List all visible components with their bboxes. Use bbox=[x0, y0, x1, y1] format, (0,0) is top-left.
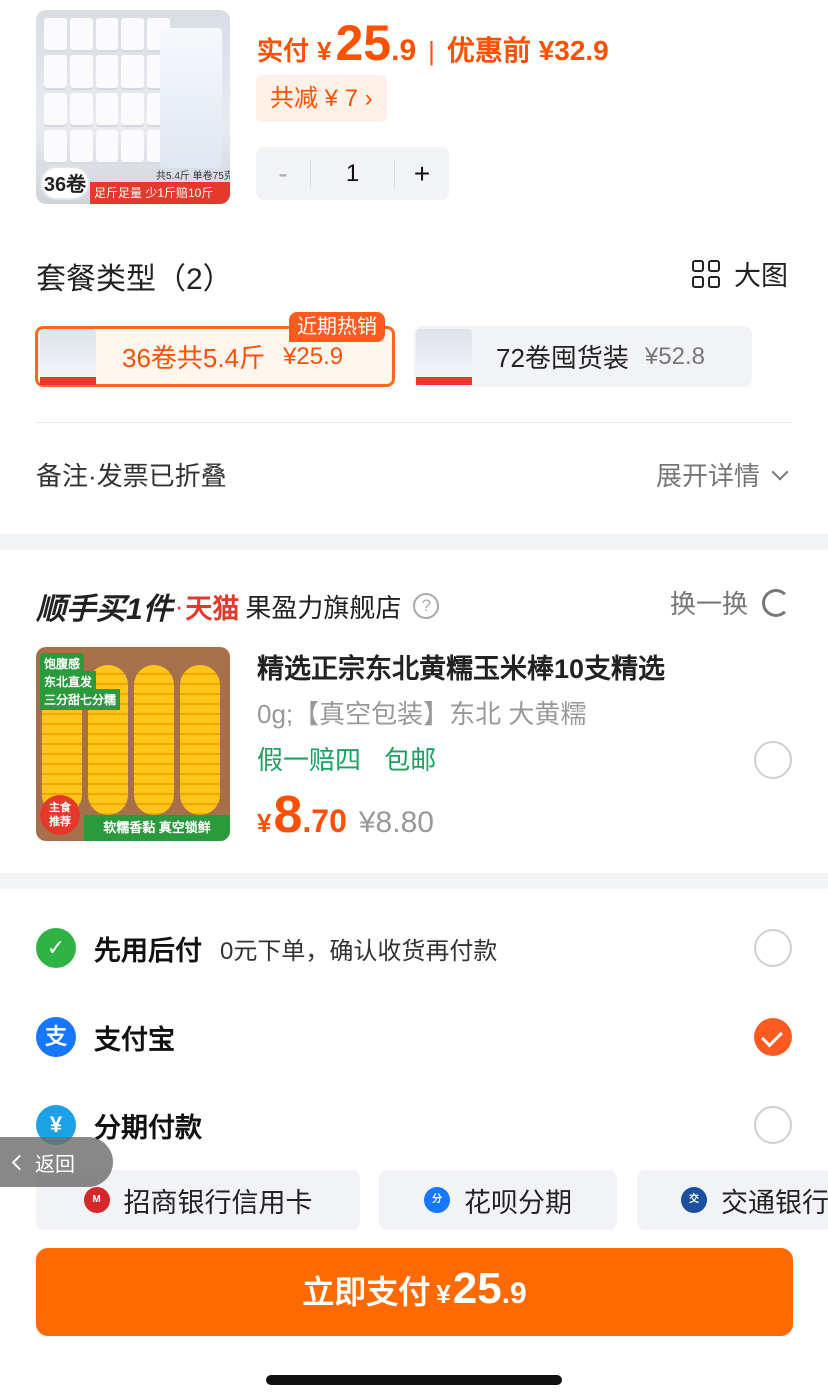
addon-select-radio[interactable] bbox=[754, 741, 792, 779]
pay-later-radio[interactable] bbox=[754, 929, 792, 967]
price-label: 实付 bbox=[257, 36, 310, 66]
addon-title[interactable]: 精选正宗东北黄糯玉米棒10支精选 bbox=[257, 647, 665, 686]
help-icon[interactable]: ? bbox=[413, 593, 440, 619]
pay-button-label: 立即支付 bbox=[302, 1274, 431, 1310]
package-option-name: 72卷囤货装 bbox=[496, 343, 629, 373]
thumb-bottom-strip: 软糯香黏 真空锁鲜 bbox=[84, 815, 230, 841]
installment-radio[interactable] bbox=[754, 1106, 792, 1144]
payment-method-pay-later[interactable]: ✓ 先用后付 0元下单，确认收货再付款 bbox=[36, 928, 497, 968]
addon-tag: 包邮 bbox=[384, 745, 437, 775]
package-type-title: 套餐类型（2） bbox=[36, 263, 233, 296]
bocom-icon: 交 bbox=[681, 1187, 707, 1213]
actual-price-line: 实付 ¥ 25 .9 | 优惠前 ¥32.9 bbox=[257, 14, 609, 72]
addon-original-price: ¥8.80 bbox=[358, 806, 434, 839]
swap-label: 换一换 bbox=[669, 589, 748, 619]
package-option-72[interactable]: 72卷囤货装 ¥52.8 bbox=[414, 326, 752, 387]
bank-option-huabei[interactable]: 分 花呗分期 bbox=[379, 1170, 617, 1230]
addon-subtitle: 0g;【真空包装】东北 大黄糯 bbox=[257, 699, 587, 729]
section-gap bbox=[0, 873, 828, 889]
alipay-radio[interactable] bbox=[754, 1018, 792, 1056]
addon-price-decimal: .70 bbox=[302, 803, 347, 839]
payment-name: 分期付款 bbox=[94, 1112, 202, 1143]
expand-label: 展开详情 bbox=[655, 461, 760, 491]
bank-option-bocom[interactable]: 交 交通银行 bbox=[637, 1170, 828, 1230]
payment-name: 先用后付 bbox=[94, 935, 202, 966]
tmall-logo: 天猫 bbox=[185, 593, 240, 624]
payment-method-alipay[interactable]: 支 支付宝 bbox=[36, 1017, 175, 1057]
addon-brand: 顺手买1件 bbox=[36, 593, 173, 626]
pay-button-integer: 25 bbox=[452, 1264, 502, 1313]
corn-cob bbox=[134, 665, 174, 815]
huabei-icon: 分 bbox=[424, 1187, 450, 1213]
plus-button[interactable]: + bbox=[395, 158, 449, 190]
big-view-label: 大图 bbox=[734, 261, 788, 291]
thumb-badge: 36卷 bbox=[40, 166, 90, 200]
quantity-stepper: - 1 + bbox=[256, 147, 449, 200]
package-option-name: 36卷共5.4斤 bbox=[122, 343, 266, 373]
pay-now-button[interactable]: 立即支付 ¥ 25 .9 bbox=[36, 1248, 793, 1336]
bank-name: 招商银行信用卡 bbox=[123, 1187, 313, 1218]
bank-name: 花呗分期 bbox=[464, 1187, 572, 1218]
addon-tags: 假一赔四 包邮 bbox=[257, 740, 436, 777]
big-view-button[interactable]: 大图 bbox=[692, 254, 788, 293]
back-button[interactable]: 返回 bbox=[0, 1137, 113, 1187]
product-thumbnail[interactable]: 共5.4斤 单卷75克 36卷 足斤足量 少1斤赔10斤 bbox=[36, 10, 230, 204]
alipay-icon: 支 bbox=[36, 1017, 76, 1057]
hot-selling-tag: 近期热销 bbox=[289, 312, 385, 342]
divider bbox=[36, 422, 792, 423]
discount-chip[interactable]: 共减 ¥ 7 › bbox=[256, 75, 387, 122]
package-thumb bbox=[40, 328, 96, 385]
payment-name: 支付宝 bbox=[94, 1024, 175, 1055]
pay-button-currency: ¥ bbox=[436, 1279, 451, 1309]
grid-icon bbox=[692, 259, 720, 288]
tissue-rolls-image bbox=[44, 18, 170, 164]
home-indicator bbox=[266, 1375, 562, 1385]
addon-price: ¥ 8 .70 ¥8.80 bbox=[257, 785, 434, 845]
back-label: 返回 bbox=[35, 1153, 75, 1176]
addon-thumbnail[interactable]: 饱腹感 东北直发 三分甜七分糯 主食推荐 软糯香黏 真空锁鲜 bbox=[36, 647, 230, 841]
expand-details-button[interactable]: 展开详情 bbox=[655, 456, 789, 493]
price-decimal: .9 bbox=[391, 34, 417, 67]
price-separator: | bbox=[428, 36, 435, 66]
thumb-main-badge: 主食推荐 bbox=[40, 795, 80, 835]
original-price: 优惠前 ¥32.9 bbox=[446, 35, 609, 66]
chevron-left-icon bbox=[11, 1154, 28, 1170]
quantity-value[interactable]: 1 bbox=[310, 159, 395, 188]
refresh-icon bbox=[762, 588, 790, 617]
addon-currency: ¥ bbox=[257, 808, 272, 838]
package-thumb bbox=[416, 328, 472, 385]
addon-header: 顺手买1件 · 天猫 果盈力旗舰店 ? bbox=[36, 584, 440, 628]
package-option-price: ¥25.9 bbox=[283, 342, 344, 370]
installment-banks: M 招商银行信用卡 分 花呗分期 交 交通银行 bbox=[36, 1170, 828, 1230]
pay-button-decimal: .9 bbox=[501, 1277, 527, 1310]
addon-tag: 假一赔四 bbox=[257, 745, 362, 775]
chevron-down-icon bbox=[771, 463, 789, 480]
price-currency: ¥ bbox=[317, 36, 332, 66]
payment-desc: 0元下单，确认收货再付款 bbox=[220, 937, 498, 965]
shop-name[interactable]: 果盈力旗舰店 bbox=[245, 588, 401, 625]
remarks-label: 备注·发票已折叠 bbox=[36, 461, 227, 491]
thumb-spec: 共5.4斤 单卷75克 bbox=[156, 171, 230, 182]
package-option-price: ¥52.8 bbox=[644, 342, 705, 370]
thumb-label: 三分甜七分糯 bbox=[40, 689, 121, 710]
addon-price-integer: 8 bbox=[273, 786, 303, 844]
tissue-pack-image bbox=[160, 28, 222, 168]
section-gap bbox=[0, 534, 828, 550]
thumb-strip: 足斤足量 少1斤赔10斤 bbox=[90, 182, 230, 204]
swap-button[interactable]: 换一换 bbox=[670, 584, 790, 621]
corn-cob bbox=[180, 665, 220, 815]
bank-name: 交通银行 bbox=[721, 1187, 828, 1218]
cmb-icon: M bbox=[83, 1187, 110, 1213]
minus-button[interactable]: - bbox=[256, 158, 310, 190]
bag-check-icon: ✓ bbox=[36, 928, 76, 968]
price-integer: 25 bbox=[335, 15, 392, 71]
addon-dot: · bbox=[174, 590, 184, 621]
